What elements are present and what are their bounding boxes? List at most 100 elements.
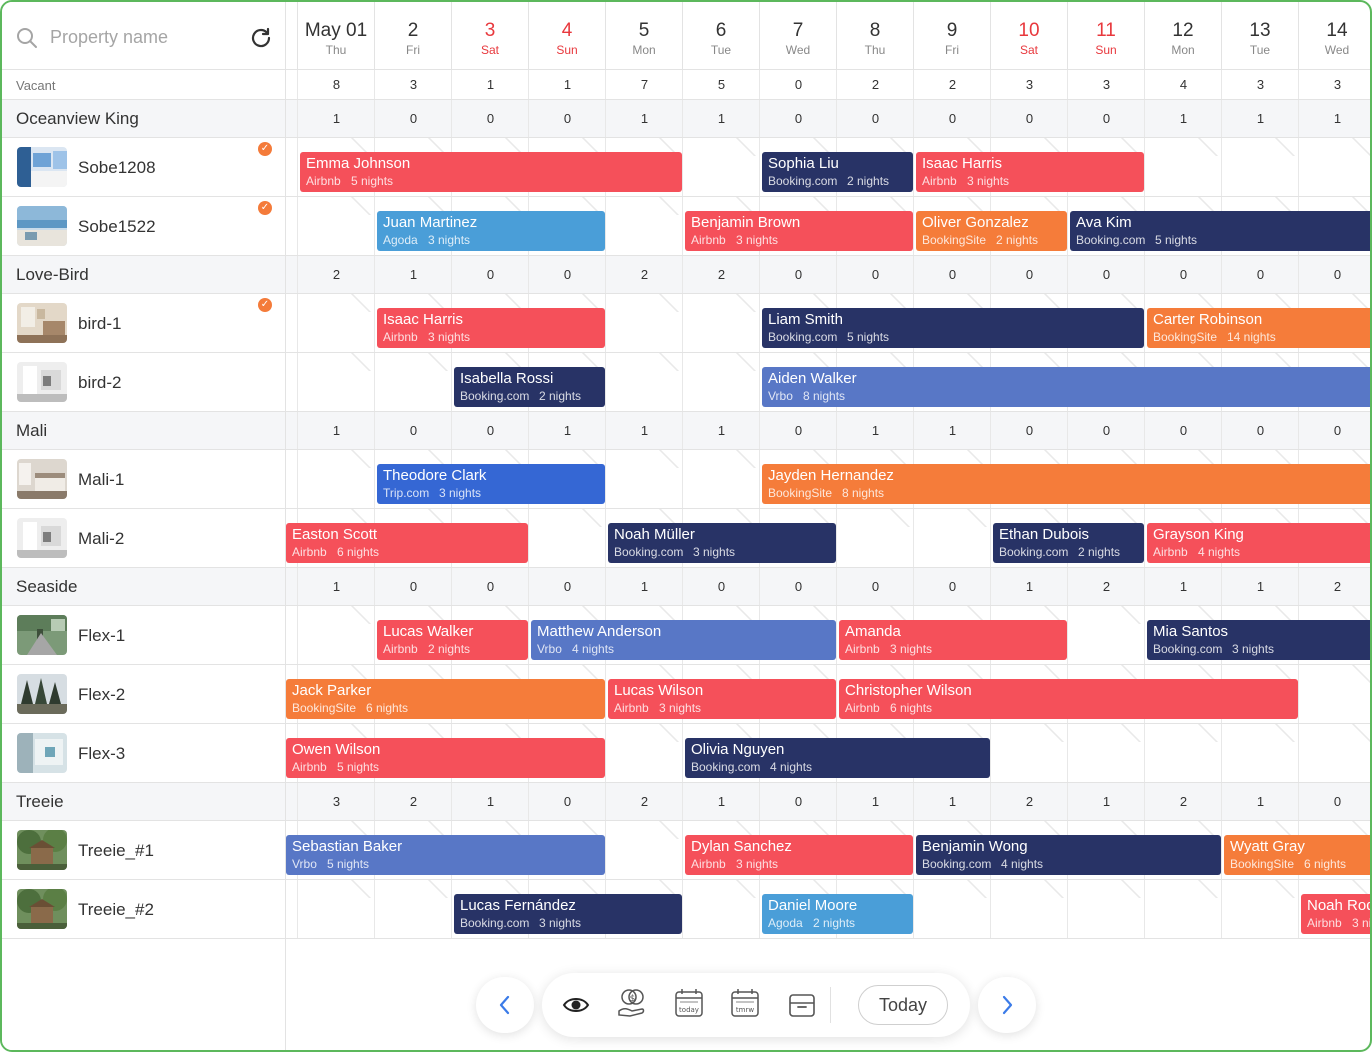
booking-block[interactable]: Isaac Harris Airbnb 3 nights	[916, 152, 1144, 192]
calendar-cell[interactable]	[683, 353, 760, 411]
booking-block[interactable]: Isaac Harris Airbnb 3 nights	[377, 308, 605, 348]
calendar-cell[interactable]	[606, 197, 683, 255]
calendar-cell[interactable]	[1068, 724, 1145, 782]
booking-block[interactable]: Aiden Walker Vrbo 8 nights	[762, 367, 1370, 407]
property-row[interactable]: Treeie_#1	[2, 821, 285, 880]
property-row[interactable]: Mali-2	[2, 509, 285, 568]
calendar-cell[interactable]	[1068, 606, 1145, 664]
calendar-cell[interactable]	[683, 138, 760, 196]
booking-block[interactable]: Noah Müller Booking.com 3 nights	[608, 523, 836, 563]
date-column-header[interactable]: 10 Sat	[991, 2, 1068, 70]
date-column-header[interactable]: 11 Sun	[1068, 2, 1145, 70]
booking-block[interactable]: Ethan Dubois Booking.com 2 nights	[993, 523, 1144, 563]
property-group-header[interactable]: Oceanview King	[2, 100, 285, 138]
date-column-header[interactable]: 13 Tue	[1222, 2, 1299, 70]
calendar-cell[interactable]	[914, 880, 991, 938]
calendar-cell[interactable]	[1299, 724, 1370, 782]
booking-block[interactable]: Liam Smith Booking.com 5 nights	[762, 308, 1144, 348]
booking-block[interactable]: Theodore Clark Trip.com 3 nights	[377, 464, 605, 504]
date-column-header[interactable]: 4 Sun	[529, 2, 606, 70]
property-group-header[interactable]: Seaside	[2, 568, 285, 606]
booking-block[interactable]: Lucas Fernández Booking.com 3 nights	[454, 894, 682, 934]
calendar-cell[interactable]	[1299, 138, 1370, 196]
prev-button[interactable]	[476, 977, 534, 1033]
property-row[interactable]: Mali-1	[2, 450, 285, 509]
search-input[interactable]: Property name	[50, 27, 168, 48]
calendar-cell[interactable]	[298, 294, 375, 352]
booking-block[interactable]: Oliver Gonzalez BookingSite 2 nights	[916, 211, 1067, 251]
calendar-cell[interactable]	[991, 880, 1068, 938]
booking-block[interactable]: Jayden Hernandez BookingSite 8 nights	[762, 464, 1370, 504]
calendar-cell[interactable]	[1222, 880, 1299, 938]
property-group-header[interactable]: Treeie	[2, 783, 285, 821]
booking-block[interactable]: Noah Rodriguez Airbnb 3 nights	[1301, 894, 1370, 934]
booking-block[interactable]: Olivia Nguyen Booking.com 4 nights	[685, 738, 990, 778]
calendar-cell[interactable]	[1145, 724, 1222, 782]
booking-block[interactable]: Emma Johnson Airbnb 5 nights	[300, 152, 682, 192]
booking-block[interactable]: Carter Robinson BookingSite 14 nights	[1147, 308, 1370, 348]
property-group-header[interactable]: Love-Bird	[2, 256, 285, 294]
calendar-cell[interactable]	[606, 821, 683, 879]
property-row[interactable]: Sobe1208 ✓	[2, 138, 285, 197]
booking-block[interactable]: Owen Wilson Airbnb 5 nights	[286, 738, 605, 778]
booking-block[interactable]: Juan Martinez Agoda 3 nights	[377, 211, 605, 251]
calendar-cell[interactable]	[991, 724, 1068, 782]
date-column-header[interactable]: 12 Mon	[1145, 2, 1222, 70]
property-row[interactable]: Flex-3	[2, 724, 285, 783]
calendar-cell[interactable]	[1068, 880, 1145, 938]
calendar-cell[interactable]	[606, 353, 683, 411]
calendar-cell[interactable]	[375, 353, 452, 411]
date-column-header[interactable]: 8 Thu	[837, 2, 914, 70]
calendar-cell[interactable]	[1222, 724, 1299, 782]
booking-block[interactable]: Dylan Sanchez Airbnb 3 nights	[685, 835, 913, 875]
calendar-cell[interactable]	[1222, 138, 1299, 196]
today-button[interactable]: Today	[858, 985, 948, 1025]
booking-block[interactable]: Mia Santos Booking.com 3 nights	[1147, 620, 1370, 660]
calendar-cell[interactable]	[606, 294, 683, 352]
calendar-cell[interactable]	[298, 880, 375, 938]
calendar-cell[interactable]	[1299, 665, 1370, 723]
booking-block[interactable]: Sebastian Baker Vrbo 5 nights	[286, 835, 605, 875]
booking-block[interactable]: Benjamin Brown Airbnb 3 nights	[685, 211, 913, 251]
booking-block[interactable]: Daniel Moore Agoda 2 nights	[762, 894, 913, 934]
calendar-cell[interactable]	[683, 880, 760, 938]
calendar-cell[interactable]	[298, 197, 375, 255]
archive-box-icon[interactable]	[785, 988, 819, 1022]
booking-block[interactable]: Christopher Wilson Airbnb 6 nights	[839, 679, 1298, 719]
booking-block[interactable]: Matthew Anderson Vrbo 4 nights	[531, 620, 836, 660]
calendar-tmrw-icon[interactable]: tmrw	[728, 986, 762, 1020]
calendar-cell[interactable]	[298, 353, 375, 411]
calendar-cell[interactable]	[529, 509, 606, 567]
booking-block[interactable]: Benjamin Wong Booking.com 4 nights	[916, 835, 1221, 875]
booking-block[interactable]: Ava Kim Booking.com 5 nights	[1070, 211, 1370, 251]
calendar-cell[interactable]	[1145, 880, 1222, 938]
property-group-header[interactable]: Mali	[2, 412, 285, 450]
booking-block[interactable]: Isabella Rossi Booking.com 2 nights	[454, 367, 605, 407]
booking-block[interactable]: Easton Scott Airbnb 6 nights	[286, 523, 528, 563]
property-row[interactable]: Sobe1522 ✓	[2, 197, 285, 256]
property-row[interactable]: Treeie_#2	[2, 880, 285, 939]
calendar-cell[interactable]	[298, 606, 375, 664]
date-column-header[interactable]: 6 Tue	[683, 2, 760, 70]
date-column-header[interactable]: 2 Fri	[375, 2, 452, 70]
calendar-cell[interactable]	[837, 509, 914, 567]
date-column-header[interactable]: 5 Mon	[606, 2, 683, 70]
calendar-cell[interactable]	[298, 450, 375, 508]
booking-block[interactable]: Amanda Airbnb 3 nights	[839, 620, 1067, 660]
search-bar[interactable]: Property name	[2, 2, 285, 70]
date-column-header[interactable]: 9 Fri	[914, 2, 991, 70]
money-hand-icon[interactable]: $	[615, 986, 649, 1020]
date-column-header[interactable]: 14 Wed	[1299, 2, 1370, 70]
property-row[interactable]: bird-2	[2, 353, 285, 412]
date-column-header[interactable]: 7 Wed	[760, 2, 837, 70]
calendar-cell[interactable]	[375, 880, 452, 938]
booking-block[interactable]: Grayson King Airbnb 4 nights	[1147, 523, 1370, 563]
booking-block[interactable]: Lucas Walker Airbnb 2 nights	[377, 620, 528, 660]
property-row[interactable]: Flex-1	[2, 606, 285, 665]
booking-block[interactable]: Lucas Wilson Airbnb 3 nights	[608, 679, 836, 719]
date-column-header[interactable]: 3 Sat	[452, 2, 529, 70]
refresh-icon[interactable]	[249, 26, 273, 50]
calendar-cell[interactable]	[606, 450, 683, 508]
date-column-header[interactable]: May 01 Thu	[298, 2, 375, 70]
property-row[interactable]: bird-1 ✓	[2, 294, 285, 353]
